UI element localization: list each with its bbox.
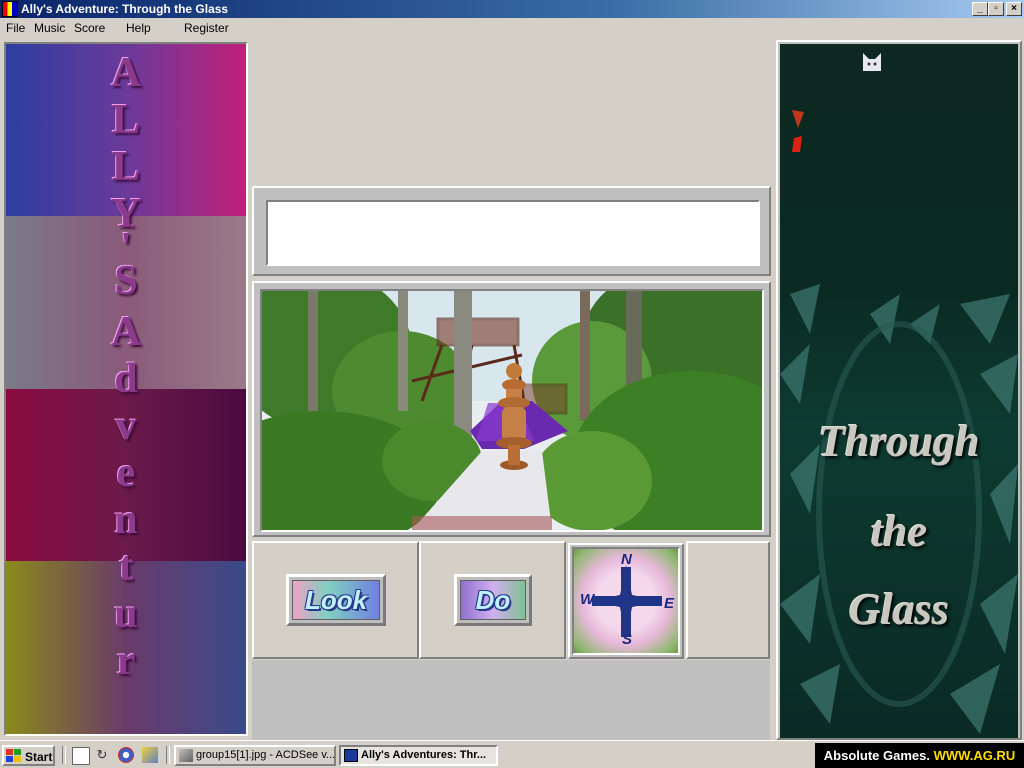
through-text: Through — [818, 417, 980, 466]
compass-south[interactable]: S — [622, 631, 632, 648]
close-button[interactable]: × — [1006, 2, 1022, 16]
menu-register[interactable]: Register — [184, 21, 229, 35]
compass-east[interactable]: E — [664, 595, 674, 612]
title-char: S — [114, 258, 138, 304]
title-char: d — [114, 356, 138, 402]
bottom-empty-area — [252, 660, 770, 740]
windows-logo-icon — [6, 749, 21, 762]
title-char: A — [110, 50, 142, 96]
task-ally-label: Ally's Adventures: Thr... — [361, 749, 487, 761]
cat-face-icon — [863, 53, 881, 71]
system-tray-banner: Absolute Games. WWW.AG.RU — [815, 743, 1024, 768]
title-char: n — [114, 497, 138, 543]
minimize-button[interactable]: _ — [972, 2, 988, 16]
do-button-label: Do — [460, 580, 526, 620]
menu-bar: File Music Score Help Register — [0, 18, 1024, 38]
title-char: u — [114, 591, 138, 637]
scene-view[interactable] — [260, 289, 764, 532]
start-button[interactable]: Start — [2, 745, 55, 766]
title-char: L — [111, 97, 140, 143]
title-char: v — [115, 403, 137, 449]
red-leaf-item-icon[interactable] — [788, 108, 808, 154]
app-icon[interactable] — [2, 1, 18, 17]
top-empty-area — [250, 40, 772, 186]
compass-navigation[interactable]: N S E W — [572, 547, 680, 655]
task-acdsee[interactable]: group15[1].jpg - ACDSee v... — [174, 745, 336, 766]
show-desktop-icon[interactable] — [72, 747, 90, 765]
menu-score[interactable]: Score — [74, 21, 105, 35]
tray-text-2: WWW.AG.RU — [933, 748, 1016, 763]
title-char: r — [116, 638, 136, 684]
acdsee-icon — [179, 749, 193, 762]
quick-launch-icon[interactable]: ↻ — [94, 747, 110, 763]
compass-west[interactable]: W — [580, 591, 594, 608]
empty-cell — [686, 541, 770, 659]
taskbar-separator — [166, 746, 170, 764]
the-text: the — [870, 507, 928, 556]
browser-icon[interactable] — [118, 747, 134, 763]
do-button[interactable]: Do — [454, 574, 532, 626]
forest-path-scene — [262, 291, 762, 530]
title-char: e — [116, 450, 136, 496]
menu-music[interactable]: Music — [34, 21, 65, 35]
glass-text: Glass — [848, 585, 950, 634]
menu-file[interactable]: File — [6, 21, 25, 35]
message-box — [266, 200, 760, 266]
compass-north[interactable]: N — [621, 551, 632, 568]
taskbar-separator — [62, 746, 66, 764]
window-app-icon — [344, 749, 358, 762]
task-ally-adventures[interactable]: Ally's Adventures: Thr... — [339, 745, 498, 766]
title-char: L — [111, 144, 140, 190]
inventory-panel: Through the Glass — [780, 44, 1018, 738]
app-launch-icon[interactable] — [142, 747, 158, 763]
look-button-label: Look — [292, 580, 380, 620]
menu-help[interactable]: Help — [126, 21, 151, 35]
task-acdsee-label: group15[1].jpg - ACDSee v... — [196, 749, 336, 761]
look-button[interactable]: Look — [286, 574, 386, 626]
tray-text-1: Absolute Games. — [823, 748, 930, 763]
cat-icon[interactable] — [861, 51, 883, 73]
ally-adventure-vertical-title: A L L Y ' S A d v e n t u r — [6, 44, 246, 734]
restore-button[interactable]: ▫ — [988, 2, 1004, 16]
window-title: Ally's Adventure: Through the Glass — [21, 2, 229, 16]
title-banner-panel: A L L Y ' S A d v e n t u r — [4, 42, 248, 736]
title-char: A — [110, 309, 142, 355]
title-bar: Ally's Adventure: Through the Glass _ ▫ … — [0, 0, 1024, 18]
title-char: t — [119, 544, 133, 590]
start-label: Start — [25, 750, 53, 764]
title-char: ' — [120, 225, 132, 271]
